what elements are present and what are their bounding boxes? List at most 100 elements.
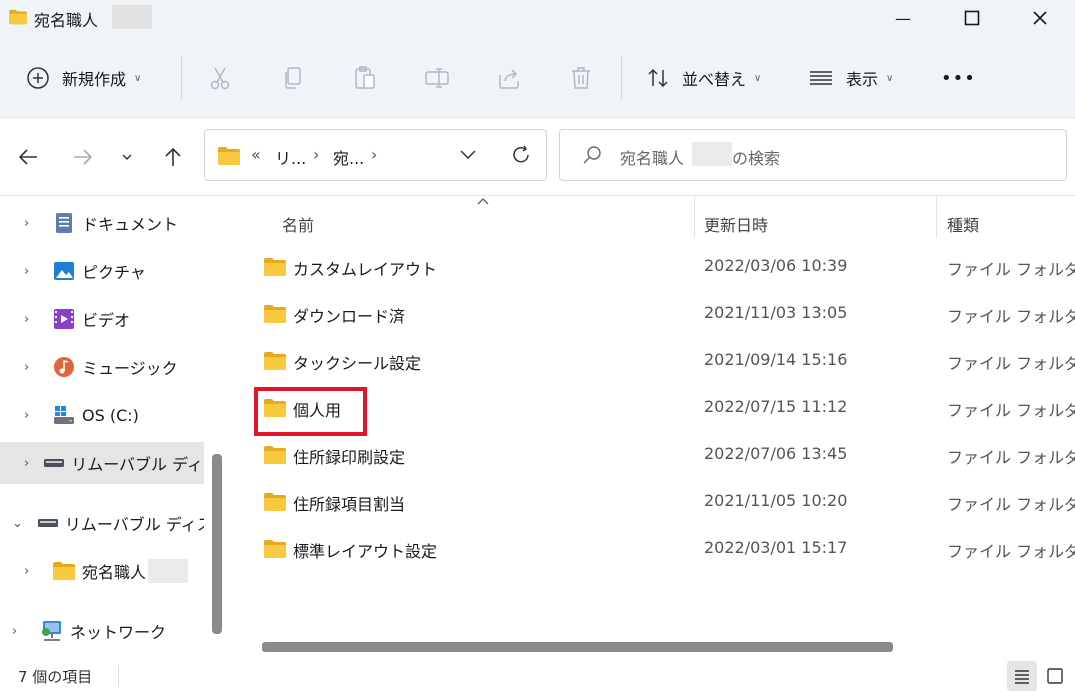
sidebar-item-documents[interactable]: › ドキュメント: [0, 202, 204, 244]
table-row[interactable]: ダウンロード済 2021/11/03 13:05 ファイル フォルダー: [236, 291, 1075, 338]
share-button[interactable]: [496, 58, 522, 98]
file-date: 2021/09/14 15:16: [704, 350, 848, 369]
up-button[interactable]: [158, 142, 188, 172]
more-options-button[interactable]: •••: [941, 58, 976, 98]
breadcrumb-separator[interactable]: ›: [313, 145, 319, 164]
chevron-down-icon: [122, 154, 132, 160]
trash-icon: [572, 67, 590, 89]
chevron-right-icon[interactable]: ›: [24, 312, 38, 327]
chevron-down-icon: ∨: [886, 72, 894, 84]
highlight-box: [254, 387, 367, 436]
forward-button[interactable]: [68, 142, 98, 172]
scissors-icon: [210, 67, 230, 90]
column-divider[interactable]: [936, 196, 937, 238]
chevron-right-icon[interactable]: ›: [24, 264, 38, 279]
status-divider: [118, 666, 119, 686]
sidebar-item-removable-disk-expanded[interactable]: ⌄ リムーバブル ディスク: [0, 502, 204, 544]
large-icons-view-button[interactable]: [1040, 661, 1070, 691]
sidebar-item-removable-disk[interactable]: › リムーバブル ディスク: [0, 442, 204, 484]
breadcrumb-item[interactable]: 宛...: [333, 145, 364, 169]
file-date: 2022/03/01 15:17: [704, 538, 848, 557]
sidebar-item-network[interactable]: › ネットワーク: [0, 610, 204, 652]
rename-button[interactable]: [424, 58, 450, 98]
breadcrumb-overflow[interactable]: «: [251, 145, 261, 164]
chevron-down-icon[interactable]: [459, 149, 477, 161]
copy-button[interactable]: [280, 58, 306, 98]
chevron-right-icon[interactable]: ›: [24, 564, 38, 579]
file-date: 2022/07/06 13:45: [704, 444, 848, 463]
folder-icon: [263, 539, 287, 559]
breadcrumb-separator[interactable]: ›: [371, 145, 377, 164]
sidebar-item-label: ネットワーク: [70, 623, 167, 642]
file-date: 2021/11/05 10:20: [704, 491, 848, 510]
chevron-right-icon[interactable]: ›: [24, 456, 29, 471]
details-view-button[interactable]: [1007, 661, 1037, 691]
sort-ascending-icon: [477, 198, 489, 205]
column-header-date[interactable]: 更新日時: [704, 204, 768, 244]
column-divider[interactable]: [694, 196, 695, 238]
title-bar: 宛名職人 —: [0, 0, 1075, 36]
sidebar-item-pictures[interactable]: › ピクチャ: [0, 250, 204, 292]
chevron-right-icon[interactable]: ›: [12, 624, 26, 639]
file-date: 2022/07/15 11:12: [704, 397, 848, 416]
network-icon: [40, 619, 64, 643]
close-button[interactable]: [1005, 0, 1075, 36]
minimize-button[interactable]: —: [868, 0, 938, 36]
sidebar-item-os-drive[interactable]: › OS (C:): [0, 394, 204, 436]
horizontal-scrollbar[interactable]: [262, 642, 893, 652]
file-type: ファイル フォルダー: [947, 495, 1075, 514]
column-header-type[interactable]: 種類: [947, 204, 979, 244]
sidebar-item-label: ドキュメント: [82, 215, 179, 234]
sidebar-item-label: リムーバブル ディスク: [64, 515, 204, 534]
paste-button[interactable]: [352, 58, 378, 98]
file-type: ファイル フォルダー: [947, 260, 1075, 279]
new-button[interactable]: 新規作成 ∨: [26, 58, 141, 98]
chevron-right-icon[interactable]: ›: [24, 216, 38, 231]
command-bar: 新規作成 ∨ 並べ替え ∨ 表示 ∨ •••: [0, 36, 1075, 118]
video-icon: [52, 307, 76, 331]
search-placeholder: 宛名職人: [620, 149, 685, 168]
sidebar-scrollbar[interactable]: [212, 454, 222, 634]
chevron-down-icon[interactable]: ⌄: [12, 516, 23, 531]
toolbar-divider: [181, 56, 182, 100]
sort-label: 並べ替え: [682, 70, 747, 89]
file-type: ファイル フォルダー: [947, 354, 1075, 373]
tiles-view-icon: [1047, 668, 1063, 684]
sidebar-item-atena-folder[interactable]: › 宛名職人: [0, 550, 204, 592]
table-row[interactable]: カスタムレイアウト 2022/03/06 10:39 ファイル フォルダー: [236, 244, 1075, 291]
sidebar-item-videos[interactable]: › ビデオ: [0, 298, 204, 340]
clipboard-icon: [355, 66, 375, 89]
search-input[interactable]: 宛名職人 の検索: [559, 129, 1067, 181]
chevron-right-icon[interactable]: ›: [24, 408, 38, 423]
table-row[interactable]: タックシール設定 2021/09/14 15:16 ファイル フォルダー: [236, 338, 1075, 385]
folder-icon: [263, 492, 287, 512]
redacted-block: [112, 5, 152, 29]
back-button[interactable]: [13, 142, 43, 172]
delete-button[interactable]: [568, 58, 594, 98]
file-name: 標準レイアウト設定: [293, 542, 438, 561]
plus-circle-icon: [27, 67, 49, 89]
table-row[interactable]: 住所録項目割当 2021/11/05 10:20 ファイル フォルダー: [236, 479, 1075, 526]
column-header-name[interactable]: 名前: [282, 204, 314, 244]
sort-button[interactable]: 並べ替え ∨: [646, 58, 761, 98]
refresh-icon[interactable]: [510, 144, 532, 166]
share-icon: [499, 69, 519, 89]
chevron-right-icon[interactable]: ›: [24, 360, 38, 375]
address-bar[interactable]: « リ... › 宛... ›: [204, 129, 547, 181]
maximize-button[interactable]: [937, 0, 1007, 36]
table-row[interactable]: 住所録印刷設定 2022/07/06 13:45 ファイル フォルダー: [236, 432, 1075, 479]
copy-icon: [285, 67, 301, 89]
breadcrumb-item[interactable]: リ...: [275, 145, 306, 169]
view-button[interactable]: 表示 ∨: [808, 58, 893, 98]
pictures-icon: [52, 259, 76, 283]
cut-button[interactable]: [207, 58, 233, 98]
sidebar-item-label: ビデオ: [82, 311, 131, 330]
document-icon: [52, 211, 76, 235]
table-row[interactable]: 標準レイアウト設定 2022/03/01 15:17 ファイル フォルダー: [236, 526, 1075, 573]
arrow-left-icon: [18, 149, 37, 165]
drive-icon: [52, 403, 76, 427]
sidebar-item-music[interactable]: › ミュージック: [0, 346, 204, 388]
recent-locations-button[interactable]: [112, 142, 142, 172]
removable-drive-icon: [43, 451, 65, 475]
redacted-block: [148, 559, 189, 583]
